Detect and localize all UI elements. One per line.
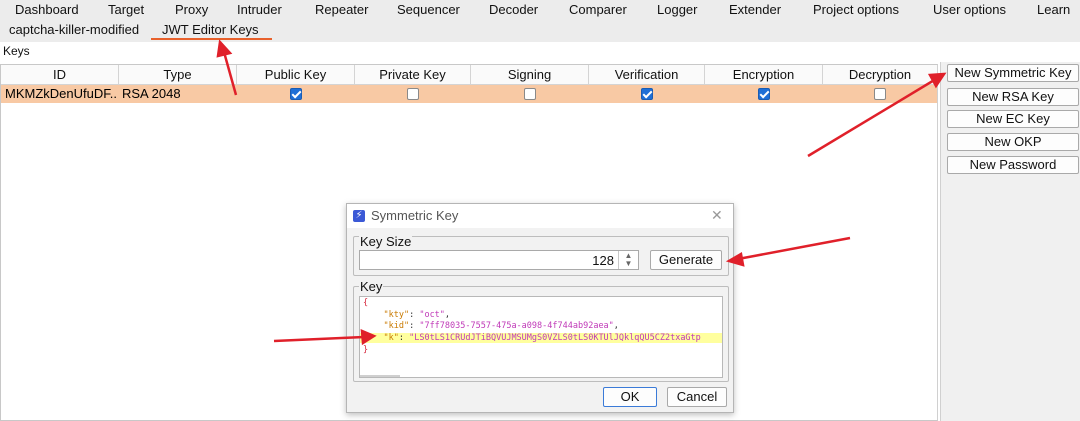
lightning-icon: ⚡ bbox=[353, 210, 365, 222]
dialog-title: Symmetric Key bbox=[371, 208, 459, 223]
arrowhead-icon bbox=[216, 39, 233, 58]
column-header-verification[interactable]: Verification bbox=[589, 65, 705, 84]
table-row[interactable]: MKMZkDenUfuDF... RSA 2048 bbox=[1, 85, 937, 103]
key-actions-panel: New Symmetric Key New RSA Key New EC Key… bbox=[940, 62, 1080, 421]
tab-extender[interactable]: Extender bbox=[729, 2, 781, 17]
tab-learn[interactable]: Learn bbox=[1037, 2, 1070, 17]
tab-logger[interactable]: Logger bbox=[657, 2, 697, 17]
key-size-legend: Key Size bbox=[359, 234, 413, 249]
column-header-signing[interactable]: Signing bbox=[471, 65, 589, 84]
ok-button[interactable]: OK bbox=[603, 387, 657, 407]
cancel-button[interactable]: Cancel bbox=[667, 387, 727, 407]
table-header: ID Type Public Key Private Key Signing V… bbox=[1, 65, 937, 85]
column-header-private-key[interactable]: Private Key bbox=[355, 65, 471, 84]
key-size-value: 128 bbox=[592, 253, 614, 268]
new-okp-button[interactable]: New OKP bbox=[947, 133, 1079, 151]
cell-id: MKMZkDenUfuDF... bbox=[5, 86, 117, 101]
symmetric-key-dialog: ⚡ Symmetric Key ✕ Key Size 128 ▲ ▼ Genera… bbox=[346, 203, 734, 413]
tab-captcha-killer[interactable]: captcha-killer-modified bbox=[9, 22, 139, 37]
tab-proxy[interactable]: Proxy bbox=[175, 2, 208, 17]
checkbox-encryption[interactable] bbox=[758, 88, 770, 100]
column-header-encryption[interactable]: Encryption bbox=[705, 65, 823, 84]
tab-user-options[interactable]: User options bbox=[933, 2, 1006, 17]
new-rsa-key-button[interactable]: New RSA Key bbox=[947, 88, 1079, 106]
close-icon[interactable]: ✕ bbox=[711, 207, 723, 224]
generate-button[interactable]: Generate bbox=[650, 250, 722, 270]
new-symmetric-key-button[interactable]: New Symmetric Key bbox=[947, 64, 1079, 82]
spinner-arrows-icon[interactable]: ▲ ▼ bbox=[618, 251, 638, 269]
checkbox-decryption[interactable] bbox=[874, 88, 886, 100]
tab-project-options[interactable]: Project options bbox=[813, 2, 899, 17]
keys-section-label: Keys bbox=[3, 44, 30, 58]
column-header-type[interactable]: Type bbox=[119, 65, 237, 84]
top-navigation: Dashboard Target Proxy Intruder Repeater… bbox=[0, 0, 1080, 22]
tab-sequencer[interactable]: Sequencer bbox=[397, 2, 460, 17]
tab-decoder[interactable]: Decoder bbox=[489, 2, 538, 17]
new-ec-key-button[interactable]: New EC Key bbox=[947, 110, 1079, 128]
extension-tabs: captcha-killer-modified JWT Editor Keys bbox=[0, 22, 1080, 42]
column-header-public-key[interactable]: Public Key bbox=[237, 65, 355, 84]
key-json-editor[interactable]: { "kty": "oct", "kid": "7ff78035-7557-47… bbox=[359, 296, 723, 378]
tab-jwt-editor-keys[interactable]: JWT Editor Keys bbox=[151, 22, 272, 40]
cell-type: RSA 2048 bbox=[122, 86, 181, 101]
checkbox-private-key[interactable] bbox=[407, 88, 419, 100]
key-legend: Key bbox=[359, 279, 384, 294]
code-line: { bbox=[363, 298, 369, 308]
tab-repeater[interactable]: Repeater bbox=[315, 2, 368, 17]
code-line: "kty": "oct", bbox=[383, 310, 451, 320]
checkbox-signing[interactable] bbox=[524, 88, 536, 100]
code-line-highlighted: "k": "LS0tLS1CRUdJTiBQVUJMSUMgS0VZLS0tLS… bbox=[360, 333, 722, 343]
column-header-id[interactable]: ID bbox=[1, 65, 119, 84]
new-password-button[interactable]: New Password bbox=[947, 156, 1079, 174]
horizontal-scrollbar[interactable] bbox=[360, 375, 400, 377]
tab-intruder[interactable]: Intruder bbox=[237, 2, 282, 17]
key-size-spinner[interactable]: 128 ▲ ▼ bbox=[359, 250, 639, 270]
checkbox-verification[interactable] bbox=[641, 88, 653, 100]
code-line: } bbox=[363, 345, 369, 355]
column-header-decryption[interactable]: Decryption bbox=[823, 65, 937, 84]
dialog-titlebar[interactable]: ⚡ Symmetric Key ✕ bbox=[347, 204, 733, 228]
tab-dashboard[interactable]: Dashboard bbox=[15, 2, 79, 17]
code-line: "kid": "7ff78035-7557-475a-a098-4f744ab9… bbox=[383, 321, 619, 331]
tab-comparer[interactable]: Comparer bbox=[569, 2, 627, 17]
tab-target[interactable]: Target bbox=[108, 2, 144, 17]
checkbox-public-key[interactable] bbox=[290, 88, 302, 100]
